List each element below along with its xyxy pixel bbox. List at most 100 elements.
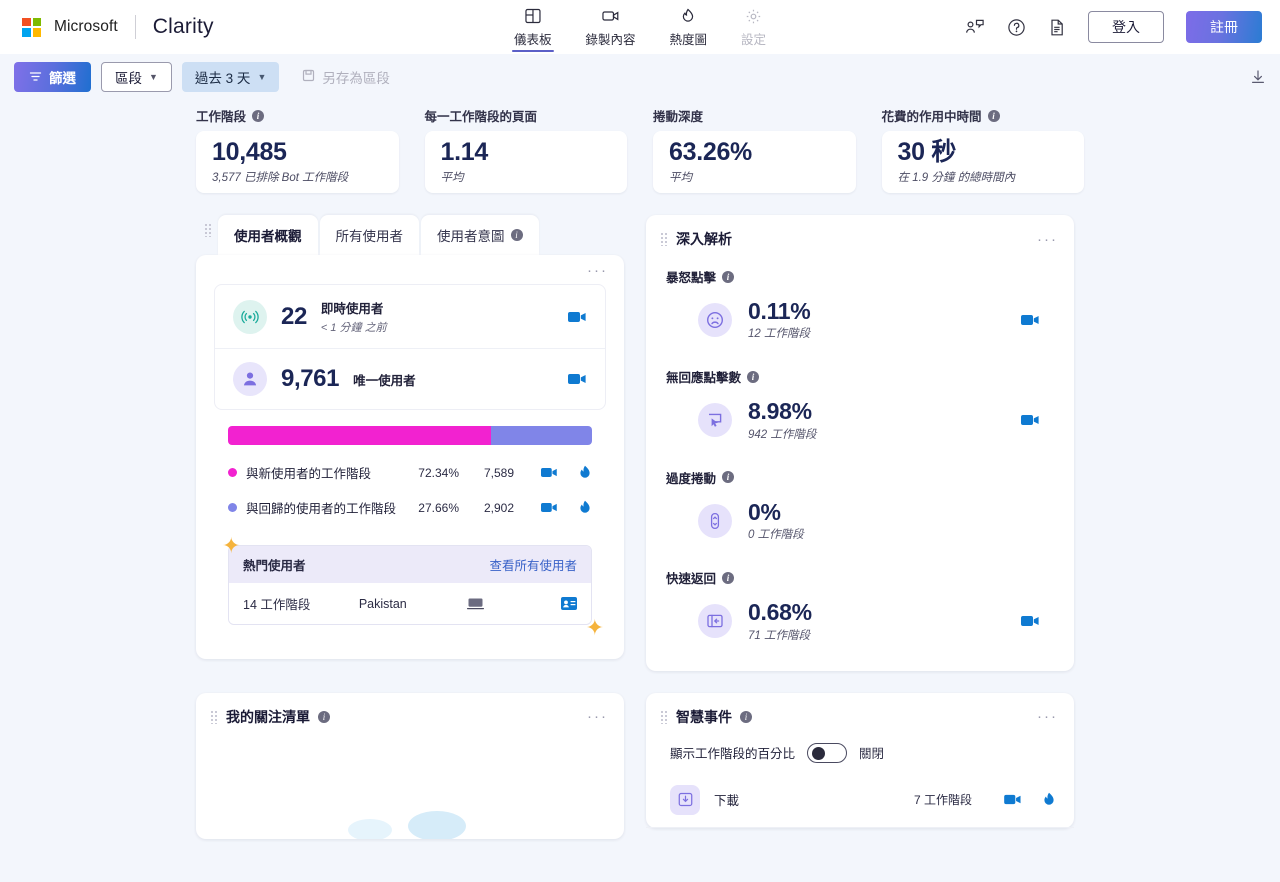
chevron-down-icon: ▼ (149, 72, 158, 82)
filter-button[interactable]: 篩選 (14, 62, 91, 92)
info-icon[interactable]: i (318, 710, 330, 723)
panel-menu-button[interactable]: ··· (587, 709, 608, 724)
insight-rage-clicks: 暴怒點擊 i 0.11% 12 工作階段 (646, 257, 1074, 357)
insight-card: 8.98% 942 工作階段 (662, 388, 1058, 453)
video-icon[interactable] (541, 500, 558, 515)
drag-handle-icon[interactable] (660, 232, 668, 246)
user-card-icon[interactable] (561, 597, 577, 610)
kpi-row: 工作階段 i 10,485 3,577 已排除 Bot 工作階段 每一工作階段的… (0, 100, 1280, 193)
nav-item-settings: 設定 (737, 3, 770, 48)
help-icon[interactable] (1007, 18, 1026, 37)
segment-label: 區段 (115, 71, 142, 86)
toggle-state-label: 關閉 (859, 747, 885, 762)
nav-item-recordings[interactable]: 錄製內容 (581, 3, 639, 48)
drag-handle-icon[interactable] (204, 223, 212, 237)
toggle-knob (812, 746, 826, 760)
tab-label: 使用者概觀 (234, 229, 302, 244)
legend-dot (228, 468, 237, 477)
tab-label: 使用者意圖 (437, 229, 505, 244)
microsoft-wordmark: Microsoft (54, 18, 118, 35)
segment-dropdown[interactable]: 區段 ▼ (101, 62, 172, 92)
info-icon[interactable]: i (747, 370, 760, 383)
watchlist-panel: 我的關注清單 i ··· (196, 692, 624, 839)
save-as-segment-label: 另存為區段 (322, 71, 390, 86)
video-icon[interactable] (1021, 614, 1040, 628)
video-icon[interactable] (1021, 413, 1040, 427)
live-signal-icon (233, 299, 267, 334)
nav-item-heatmaps[interactable]: 熱度圖 (666, 3, 712, 48)
smart-event-row[interactable]: 下載 7 工作階段 (646, 775, 1074, 828)
kpi-label: 每一工作階段的頁面 (425, 106, 628, 125)
chevron-down-icon: ▼ (257, 72, 267, 82)
info-icon[interactable]: i (722, 471, 735, 484)
watchlist-empty-state (196, 735, 624, 839)
panel-menu-button[interactable]: ··· (1037, 232, 1058, 247)
panel-menu-button[interactable]: ··· (1037, 709, 1058, 724)
split-bar-new (228, 426, 492, 445)
nav-item-dashboard[interactable]: 儀表板 (510, 3, 556, 52)
download-icon[interactable] (1250, 69, 1266, 85)
table-row[interactable]: 14 工作階段 Pakistan (229, 583, 591, 624)
info-icon[interactable]: i (252, 109, 265, 122)
heatmap-icon[interactable] (1042, 792, 1056, 807)
view-all-users-link[interactable]: 查看所有使用者 (489, 555, 577, 574)
split-bar-returning (491, 426, 592, 445)
kpi-value: 1.14 (440, 138, 489, 166)
info-icon[interactable]: i (722, 571, 735, 584)
docs-icon[interactable] (1048, 18, 1066, 37)
unique-users-row: 9,761 唯一使用者 (215, 349, 605, 409)
user-overview-section: 使用者概觀 所有使用者 使用者意圖 i ··· 22 即時使用者 < 1 分鐘 … (196, 215, 624, 659)
info-icon[interactable]: i (987, 109, 1000, 122)
signup-button[interactable]: 註冊 (1186, 11, 1262, 43)
kpi-label-text: 花費的作用中時間 (881, 110, 982, 124)
top-users-title: 熱門使用者 (243, 559, 306, 573)
live-users-value: 22 (281, 302, 307, 330)
header-actions: 登入 註冊 (965, 11, 1262, 43)
new-vs-returning-chart (210, 410, 610, 445)
live-users-row: 22 即時使用者 < 1 分鐘 之前 (215, 285, 605, 349)
feedback-icon[interactable] (965, 18, 985, 36)
live-users-text: 即時使用者 < 1 分鐘 之前 (321, 298, 387, 335)
insight-label-text: 暴怒點擊 (666, 271, 717, 285)
show-session-percent-toggle[interactable] (807, 742, 848, 763)
kpi-label-text: 工作階段 (196, 110, 247, 124)
video-icon[interactable] (1021, 313, 1040, 327)
video-icon[interactable] (1004, 792, 1022, 807)
watchlist-title: 我的關注清單 (226, 708, 310, 725)
heatmap-icon[interactable] (578, 465, 592, 480)
info-icon[interactable]: i (722, 270, 735, 283)
top-users-table: 熱門使用者 查看所有使用者 14 工作階段 Pakistan (228, 545, 592, 625)
video-icon[interactable] (568, 310, 587, 324)
tab-user-intent[interactable]: 使用者意圖 i (421, 215, 539, 255)
kpi-sessions: 工作階段 i 10,485 3,577 已排除 Bot 工作階段 (196, 106, 399, 193)
top-user-sessions: 14 工作階段 (243, 598, 311, 612)
info-icon[interactable]: i (510, 229, 523, 241)
unique-users-value: 9,761 (281, 365, 340, 392)
kpi-active-time: 花費的作用中時間 i 30 秒 在 1.9 分鐘 的總時間內 (881, 106, 1084, 193)
panel-menu-button[interactable]: ··· (587, 263, 608, 278)
nav-label-dashboard: 儀表板 (513, 33, 552, 47)
legend-row-new: 與新使用者的工作階段 72.34% 7,589 (228, 455, 592, 490)
save-as-segment-button: 另存為區段 (289, 62, 403, 92)
video-icon[interactable] (541, 465, 558, 480)
date-range-dropdown[interactable]: 過去 3 天 ▼ (181, 62, 280, 92)
drag-handle-icon[interactable] (210, 709, 218, 724)
insights-title: 深入解析 (676, 231, 732, 247)
tab-user-overview[interactable]: 使用者概觀 (218, 215, 318, 255)
insight-sub: 71 工作階段 (748, 629, 810, 642)
drag-handle-icon[interactable] (660, 709, 668, 724)
info-icon[interactable]: i (740, 710, 752, 723)
insight-excessive-scroll: 過度捲動 i 0% 0 工作階段 (646, 458, 1074, 558)
cloud-decoration-icon (408, 810, 466, 839)
download-event-icon (670, 784, 700, 815)
signin-button[interactable]: 登入 (1088, 11, 1164, 43)
insight-sub: 12 工作階段 (748, 328, 810, 341)
user-overview-tabs: 使用者概觀 所有使用者 使用者意圖 i (196, 215, 624, 255)
heatmap-icon[interactable] (578, 500, 592, 515)
watchlist-header: 我的關注清單 i ··· (196, 693, 624, 735)
video-icon[interactable] (568, 372, 587, 386)
tab-all-users[interactable]: 所有使用者 (319, 215, 419, 255)
kpi-value: 30 秒 (897, 138, 957, 166)
new-vs-returning-legend: 與新使用者的工作階段 72.34% 7,589 與回歸的使用者的工作階段 27.… (210, 445, 610, 525)
insight-value: 0.68% (748, 599, 812, 626)
